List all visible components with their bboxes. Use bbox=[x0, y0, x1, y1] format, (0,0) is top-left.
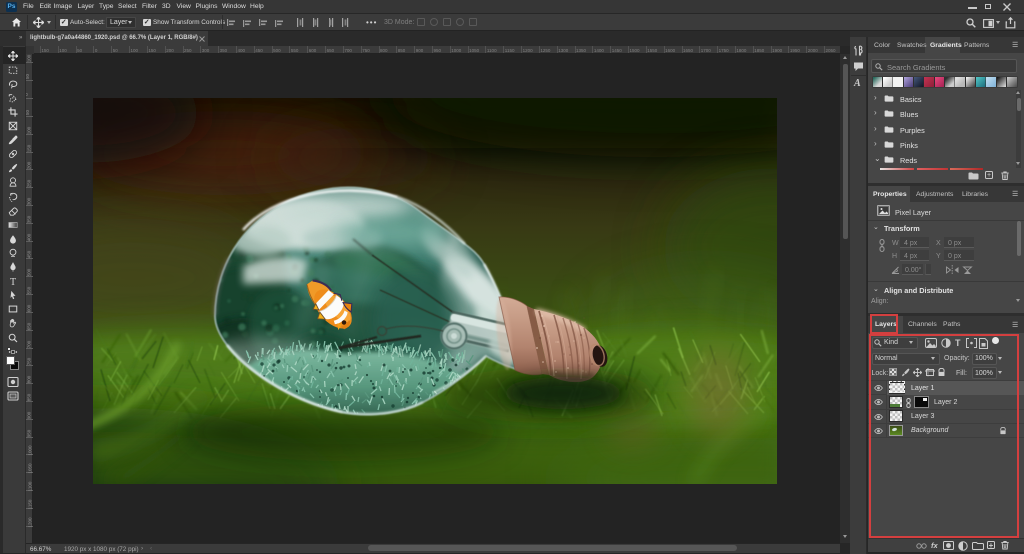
svg-text:T: T bbox=[10, 277, 16, 286]
